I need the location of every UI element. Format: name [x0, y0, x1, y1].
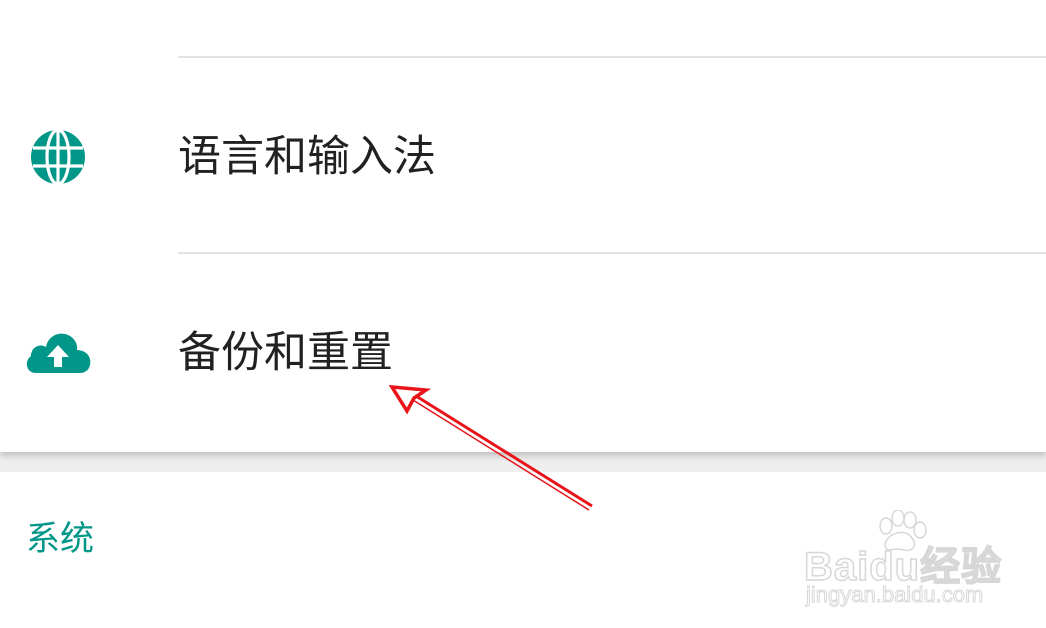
divider	[178, 252, 1046, 254]
settings-item-language-input[interactable]: 语言和输入法	[0, 60, 1046, 254]
divider	[178, 56, 1046, 58]
section-gap	[0, 452, 1046, 472]
section-header-system: 系统	[26, 519, 94, 559]
baidu-jingyan-watermark: Baidu经验 jingyan.baidu.com	[800, 510, 1040, 620]
settings-item-label: 备份和重置	[178, 328, 393, 378]
settings-item-backup-reset[interactable]: 备份和重置	[0, 256, 1046, 450]
settings-item-label: 语言和输入法	[178, 132, 436, 182]
settings-card: 语言和输入法 备份和重置	[0, 0, 1046, 452]
cloud-upload-icon	[22, 317, 94, 389]
globe-icon	[22, 121, 94, 193]
watermark-url: jingyan.baidu.com	[805, 582, 984, 608]
